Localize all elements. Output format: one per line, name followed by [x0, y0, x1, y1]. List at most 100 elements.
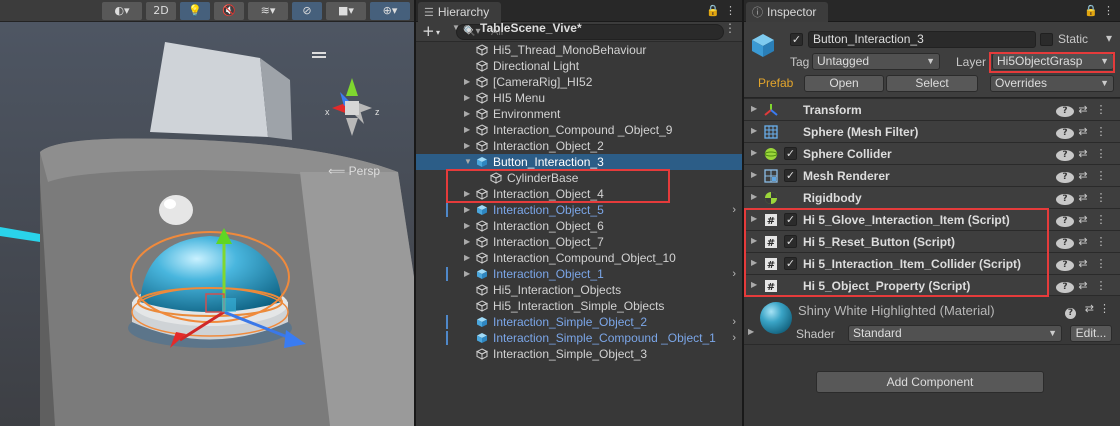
scene-viewport[interactable]: x z ⟸ Persp — [0, 22, 414, 426]
hierarchy-item[interactable]: ▶ Environment — [416, 106, 742, 122]
component-header[interactable]: ▶ Transform? ⇄ ⋮ — [744, 98, 1120, 120]
prefab-open-chevron-icon[interactable]: › — [732, 314, 736, 330]
component-enabled-checkbox[interactable]: ✓ — [784, 257, 797, 270]
foldout-closed-icon[interactable]: ▶ — [464, 186, 470, 202]
active-checkbox[interactable]: ✓ — [790, 33, 803, 46]
help-icon[interactable]: ? — [1056, 235, 1074, 249]
settings-sliders-icon[interactable]: ⇄ — [1074, 103, 1092, 116]
hierarchy-item[interactable]: Interaction_Simple_Object_3 — [416, 346, 742, 362]
prefab-open-chevron-icon[interactable]: › — [732, 330, 736, 346]
hierarchy-item[interactable]: ▶ Interaction_Compound_Object_10 — [416, 250, 742, 266]
effects-dropdown[interactable]: ≋▾ — [248, 2, 288, 20]
scene-foldout-icon[interactable]: ▼ — [452, 20, 460, 36]
foldout-closed-icon[interactable]: ▶ — [751, 104, 757, 113]
hierarchy-item[interactable]: ▼ Button_Interaction_3 — [416, 154, 742, 170]
hierarchy-item[interactable]: Hi5_Thread_MonoBehaviour — [416, 42, 742, 58]
add-component-button[interactable]: Add Component — [816, 371, 1044, 393]
foldout-closed-icon[interactable]: ▶ — [464, 90, 470, 106]
help-icon[interactable]: ? — [1056, 279, 1074, 293]
prefab-select-button[interactable]: Select — [886, 75, 978, 92]
settings-sliders-icon[interactable]: ⇄ — [1074, 213, 1092, 226]
hierarchy-item[interactable]: ▶ Interaction_Object_1 › — [416, 266, 742, 282]
foldout-closed-icon[interactable]: ▶ — [464, 138, 470, 154]
component-menu-icon[interactable]: ⋮ — [1092, 213, 1110, 226]
foldout-closed-icon[interactable]: ▶ — [751, 236, 757, 245]
settings-sliders-icon[interactable]: ⇄ — [1074, 279, 1092, 292]
foldout-closed-icon[interactable]: ▶ — [751, 170, 757, 179]
component-header[interactable]: ▶ Sphere (Mesh Filter)? ⇄ ⋮ — [744, 120, 1120, 142]
component-menu-icon[interactable]: ⋮ — [1092, 235, 1110, 248]
foldout-closed-icon[interactable]: ▶ — [464, 74, 470, 90]
settings-sliders-icon[interactable]: ⇄ — [1074, 191, 1092, 204]
prefab-open-chevron-icon[interactable]: › — [732, 266, 736, 282]
component-header[interactable]: ▶ # Hi 5_Object_Property (Script)? ⇄ ⋮ — [744, 274, 1120, 296]
hierarchy-item[interactable]: ▶ HI5 Menu — [416, 90, 742, 106]
component-menu-icon[interactable]: ⋮ — [1092, 279, 1110, 292]
component-header[interactable]: ▶ ✓ Sphere Collider? ⇄ ⋮ — [744, 142, 1120, 164]
panel-menu-icon[interactable]: ⋮ — [725, 4, 736, 17]
help-icon[interactable]: ? — [1056, 169, 1074, 183]
audio-toggle-button[interactable]: 🔇 — [214, 2, 244, 20]
foldout-closed-icon[interactable]: ▶ — [464, 234, 470, 250]
help-icon[interactable]: ? — [1056, 191, 1074, 205]
component-menu-icon[interactable]: ⋮ — [1092, 169, 1110, 182]
foldout-closed-icon[interactable]: ▶ — [464, 250, 470, 266]
component-header[interactable]: ▶ # ✓ Hi 5_Reset_Button (Script)? ⇄ ⋮ — [744, 230, 1120, 252]
component-menu-icon[interactable]: ⋮ — [1092, 257, 1110, 270]
hierarchy-item[interactable]: Hi5_Interaction_Simple_Objects — [416, 298, 742, 314]
help-icon[interactable]: ? — [1056, 257, 1074, 271]
lock-icon[interactable]: 🔒 — [706, 4, 720, 17]
hierarchy-item[interactable]: ▶ Interaction_Object_6 — [416, 218, 742, 234]
settings-sliders-icon[interactable]: ⇄ — [1074, 235, 1092, 248]
prefab-open-chevron-icon[interactable]: › — [732, 202, 736, 218]
help-icon[interactable]: ? — [1056, 147, 1074, 161]
foldout-closed-icon[interactable]: ▶ — [751, 214, 757, 223]
component-header[interactable]: ▶ # ✓ Hi 5_Glove_Interaction_Item (Script)?… — [744, 208, 1120, 230]
gizmo-menu-icon[interactable] — [312, 52, 326, 60]
lock-icon[interactable]: 🔒 — [1084, 4, 1098, 17]
shader-dropdown[interactable]: Standard ▼ — [848, 325, 1062, 342]
foldout-closed-icon[interactable]: ▶ — [751, 192, 757, 201]
foldout-closed-icon[interactable]: ▶ — [464, 266, 470, 282]
foldout-closed-icon[interactable]: ▶ — [751, 258, 757, 267]
material-expand-arrow-icon[interactable]: ▶ — [748, 327, 754, 336]
shader-edit-button[interactable]: Edit... — [1070, 325, 1112, 342]
lighting-toggle-button[interactable]: 💡 — [180, 2, 210, 20]
component-enabled-checkbox[interactable]: ✓ — [784, 169, 797, 182]
component-enabled-checkbox[interactable]: ✓ — [784, 213, 797, 226]
hierarchy-item[interactable]: ▶ Interaction_Object_2 — [416, 138, 742, 154]
draw-mode-dropdown[interactable]: ◐▾ — [102, 2, 142, 20]
foldout-closed-icon[interactable]: ▶ — [751, 126, 757, 135]
tab-hierarchy[interactable]: ☰ Hierarchy — [418, 2, 502, 22]
object-name-field[interactable]: Button_Interaction_3 — [808, 31, 1036, 48]
panel-menu-icon[interactable]: ⋮ — [1103, 4, 1114, 17]
hierarchy-item[interactable]: ▶ Interaction_Object_5 › — [416, 202, 742, 218]
component-menu-icon[interactable]: ⋮ — [1092, 103, 1110, 116]
tab-inspector[interactable]: ⓘ Inspector — [746, 2, 829, 22]
2d-toggle-button[interactable]: 2D — [146, 2, 176, 20]
hierarchy-item[interactable]: Hi5_Interaction_Objects — [416, 282, 742, 298]
hierarchy-item[interactable]: ▶ [CameraRig]_HI52 — [416, 74, 742, 90]
foldout-closed-icon[interactable]: ▶ — [464, 202, 470, 218]
settings-sliders-icon[interactable]: ⇄ — [1074, 257, 1092, 270]
hierarchy-item[interactable]: Interaction_Simple_Object_2 › — [416, 314, 742, 330]
prefab-overrides-dropdown[interactable]: Overrides ▼ — [990, 75, 1114, 92]
hierarchy-item[interactable]: ▶ Interaction_Object_7 — [416, 234, 742, 250]
component-enabled-checkbox[interactable]: ✓ — [784, 235, 797, 248]
help-icon[interactable]: ? — [1056, 103, 1074, 117]
static-dropdown-icon[interactable]: ▾ — [1106, 31, 1112, 45]
foldout-closed-icon[interactable]: ▶ — [464, 106, 470, 122]
static-checkbox[interactable] — [1040, 33, 1053, 46]
prefab-open-button[interactable]: Open — [804, 75, 884, 92]
layer-dropdown[interactable]: Hi5ObjectGrasp ▼ — [992, 53, 1114, 70]
hierarchy-item[interactable]: Directional Light — [416, 58, 742, 74]
component-menu-icon[interactable]: ⋮ — [1092, 125, 1110, 138]
settings-sliders-icon[interactable]: ⇄ — [1074, 125, 1092, 138]
component-header[interactable]: ▶ # ✓ Hi 5_Interaction_Item_Collider (Scrip… — [744, 252, 1120, 274]
scene-row[interactable]: ▼ ◈ TableScene_Vive* ⋮ — [416, 20, 742, 36]
projection-toggle[interactable]: ⟸ Persp — [328, 164, 380, 178]
foldout-closed-icon[interactable]: ▶ — [464, 218, 470, 234]
help-icon[interactable]: ? — [1056, 213, 1074, 227]
component-header[interactable]: ▶ Rigidbody? ⇄ ⋮ — [744, 186, 1120, 208]
component-enabled-checkbox[interactable]: ✓ — [784, 147, 797, 160]
